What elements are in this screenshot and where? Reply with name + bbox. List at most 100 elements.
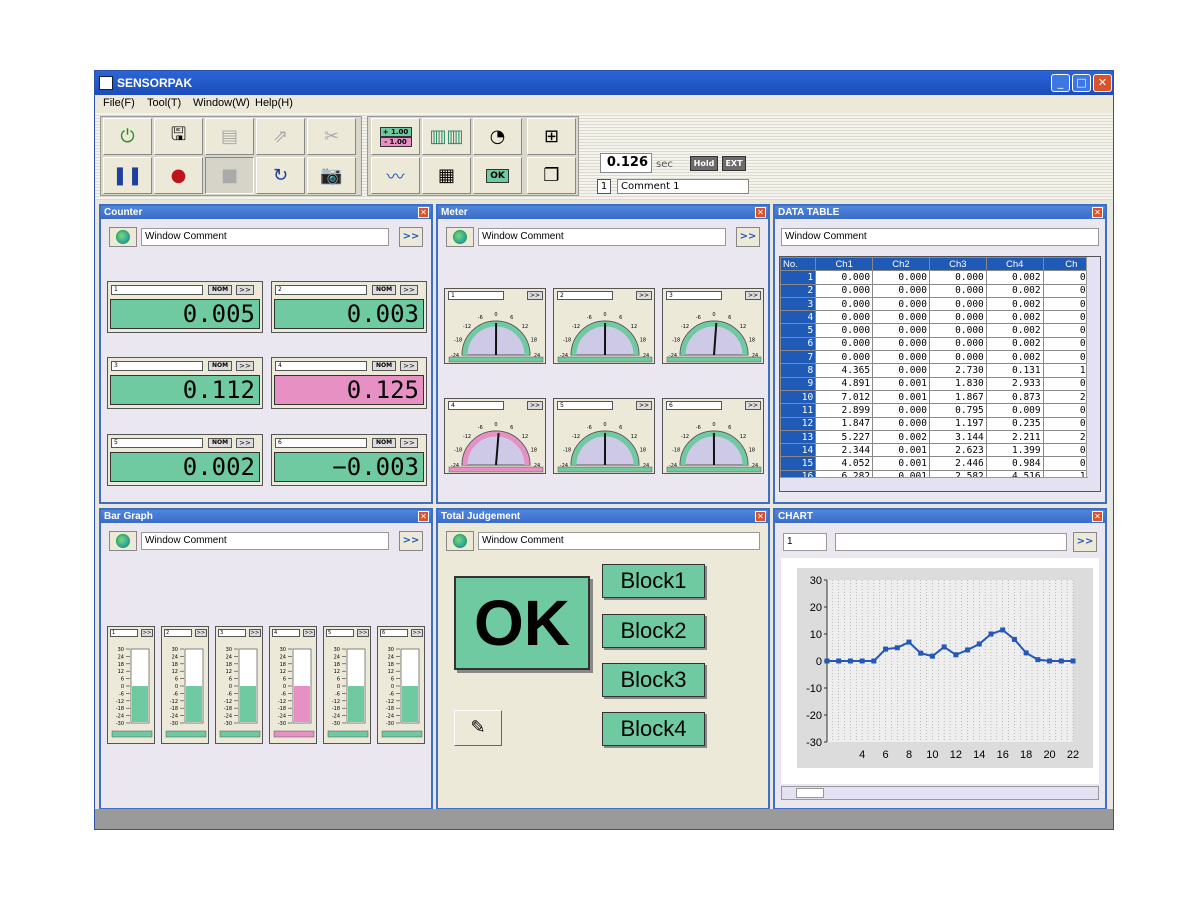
bar-graph-go-button[interactable]: >> <box>399 531 423 551</box>
chart-channel-field[interactable]: 1 <box>783 533 827 551</box>
counter-go-button[interactable]: >> <box>236 361 254 371</box>
table-cell: 0.000 <box>872 363 930 378</box>
chart-scroll-thumb[interactable] <box>796 788 824 798</box>
tools-button[interactable]: ✂ <box>307 118 356 155</box>
counter-go-button[interactable]: >> <box>400 361 418 371</box>
counter-go-button[interactable]: >> <box>399 227 423 247</box>
power-button[interactable]: ⏻ <box>103 118 152 155</box>
maximize-button[interactable]: □ <box>1072 74 1091 92</box>
cascade-button[interactable]: ❐ <box>527 157 576 194</box>
status-bar <box>95 809 1113 829</box>
pause-button[interactable]: ❚❚ <box>103 157 152 194</box>
chart-horizontal-scrollbar[interactable] <box>781 786 1099 800</box>
bar-view-button[interactable]: ▥▥ <box>422 118 471 155</box>
chart-comment-field[interactable] <box>835 533 1067 551</box>
meter-scale-label: 6 <box>728 425 731 431</box>
column-header[interactable]: No. <box>780 257 817 272</box>
counter-channel[interactable]: 3 <box>111 361 203 371</box>
data-table-panel-title: DATA TABLE <box>775 206 1105 219</box>
judgement-window-comment[interactable]: Window Comment <box>478 532 760 550</box>
table-view-button[interactable]: ▦ <box>422 157 471 194</box>
column-header[interactable]: Ch1 <box>815 257 874 272</box>
data-table-panel: DATA TABLE ✕ Window Comment No. Ch1 Ch2 Ch3… <box>773 204 1107 504</box>
counter-window-comment[interactable]: Window Comment <box>141 228 389 246</box>
comment-index[interactable]: 1 <box>597 179 611 194</box>
bar-scale-label: 0 <box>229 684 232 690</box>
hold-button[interactable]: Hold <box>690 156 718 171</box>
bar-graph-window-comment[interactable]: Window Comment <box>141 532 389 550</box>
stop-button[interactable]: ■ <box>205 157 254 194</box>
ext-button[interactable]: EXT <box>722 156 746 171</box>
screen-button[interactable]: ▤ <box>205 118 254 155</box>
meter-close-icon[interactable]: ✕ <box>755 207 766 218</box>
counter-go-button[interactable]: >> <box>400 285 418 295</box>
bar-scale-label: -12 <box>224 699 232 705</box>
menu-bar: File(F) Tool(T) Window(W) Help(H) <box>95 95 1113 113</box>
table-cell: 7.012 <box>815 389 874 405</box>
judge-view-button[interactable]: OK <box>473 157 522 194</box>
column-header[interactable]: Ch2 <box>872 257 930 272</box>
nom-button[interactable]: NOM <box>208 438 232 448</box>
column-header[interactable]: Ch4 <box>985 257 1044 272</box>
globe-icon[interactable] <box>109 227 137 247</box>
refresh-button[interactable]: ↻ <box>256 157 305 194</box>
chart-go-button[interactable]: >> <box>1073 532 1097 552</box>
vertical-scrollbar[interactable] <box>1086 257 1100 491</box>
export-button[interactable]: ⇗ <box>256 118 305 155</box>
counter-channel[interactable]: 6 <box>275 438 367 448</box>
camera-button[interactable]: 📷 <box>307 157 356 194</box>
chart-close-icon[interactable]: ✕ <box>1092 511 1103 522</box>
meter-scale-label: 6 <box>619 315 622 321</box>
menu-window[interactable]: Window(W) <box>193 97 250 109</box>
globe-icon[interactable] <box>446 227 474 247</box>
bar-scale-label: -6 <box>227 691 232 697</box>
horizontal-scrollbar[interactable] <box>780 477 1088 491</box>
menu-file[interactable]: File(F) <box>103 97 135 109</box>
counter-go-button[interactable]: >> <box>236 438 254 448</box>
meter-value-strip <box>557 356 653 363</box>
camera-icon: 📷 <box>320 165 343 186</box>
globe-icon[interactable] <box>109 531 137 551</box>
meter-go-button[interactable]: >> <box>736 227 760 247</box>
meter-panel: Meter ✕ Window Comment >> 1 >> -24 -18 -12 -6… <box>436 204 770 504</box>
tile-button[interactable]: ⊞ <box>527 118 576 155</box>
nom-button[interactable]: NOM <box>372 438 396 448</box>
save-button[interactable]: 🖫 <box>154 118 203 155</box>
chart-view-button[interactable]: 〰 <box>371 157 420 194</box>
counter-close-icon[interactable]: ✕ <box>418 207 429 218</box>
data-table-window-comment[interactable]: Window Comment <box>781 228 1099 246</box>
meter-scale-label: -6 <box>478 425 483 431</box>
y-tick-label: 0 <box>816 656 822 668</box>
table-row: 107.0120.0011.8670.8732.4 <box>780 389 1100 405</box>
counter-channel[interactable]: 4 <box>275 361 367 371</box>
nom-button[interactable]: NOM <box>372 361 396 371</box>
counter-go-button[interactable]: >> <box>400 438 418 448</box>
table-cell: 0.000 <box>928 296 987 312</box>
block-3: Block3 <box>602 663 705 697</box>
menu-tool[interactable]: Tool(T) <box>147 97 181 109</box>
counter-go-button[interactable]: >> <box>236 285 254 295</box>
menu-help[interactable]: Help(H) <box>255 97 293 109</box>
bar-scale-label: 6 <box>229 677 232 683</box>
minimize-button[interactable]: _ <box>1051 74 1070 92</box>
nom-button[interactable]: NOM <box>208 361 232 371</box>
bar-graph-close-icon[interactable]: ✕ <box>418 511 429 522</box>
globe-icon[interactable] <box>446 531 474 551</box>
counter-view-button[interactable]: + 1.00 - 1.00 <box>371 118 420 155</box>
comment-field[interactable]: Comment 1 <box>617 179 749 194</box>
meter-view-button[interactable]: ◔ <box>473 118 522 155</box>
edit-button[interactable]: ✎ <box>454 710 502 746</box>
nom-button[interactable]: NOM <box>372 285 396 295</box>
record-button[interactable]: ● <box>154 157 203 194</box>
counter-channel[interactable]: 1 <box>111 285 203 295</box>
close-button[interactable]: ✕ <box>1093 74 1112 92</box>
bar-view-icon: ▥▥ <box>429 126 464 147</box>
meter-window-comment[interactable]: Window Comment <box>478 228 726 246</box>
counter-channel[interactable]: 2 <box>275 285 367 295</box>
column-header[interactable]: Ch3 <box>928 257 987 272</box>
nom-button[interactable]: NOM <box>208 285 232 295</box>
table-cell: 0.000 <box>872 350 930 365</box>
counter-channel[interactable]: 5 <box>111 438 203 448</box>
data-table-close-icon[interactable]: ✕ <box>1092 207 1103 218</box>
judgement-close-icon[interactable]: ✕ <box>755 511 766 522</box>
